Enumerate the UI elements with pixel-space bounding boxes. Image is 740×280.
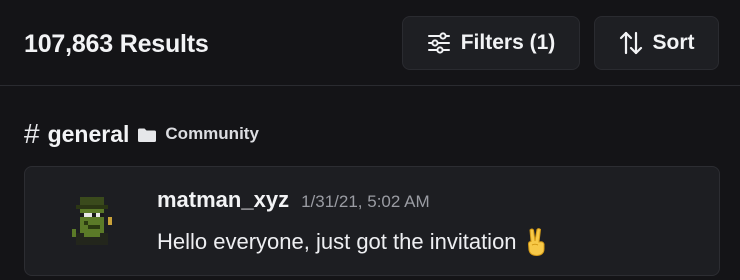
victory-hand-emoji (527, 228, 545, 257)
avatar[interactable] (64, 193, 120, 249)
message-card[interactable]: matman_xyz 1/31/21, 5:02 AM Hello everyo… (24, 166, 720, 276)
message-author[interactable]: matman_xyz (157, 187, 289, 213)
sort-arrows-icon (619, 31, 642, 55)
message-timestamp: 1/31/21, 5:02 AM (301, 192, 430, 211)
sort-label: Sort (652, 31, 695, 54)
filters-button[interactable]: Filters (1) (402, 16, 580, 70)
channel-hash-icon: # (24, 118, 40, 149)
channel-name[interactable]: general (48, 116, 130, 152)
message-content: Hello everyone, just got the invitation (157, 227, 549, 257)
filters-label: Filters (1) (460, 31, 556, 54)
results-header: 107,863 Results Filters (1) Sort (0, 0, 740, 86)
sliders-icon (427, 32, 450, 54)
message-header: matman_xyz 1/31/21, 5:02 AM (157, 187, 430, 213)
message-text: Hello everyone, just got the invitation (157, 229, 517, 254)
folder-icon (138, 128, 157, 142)
search-results-panel: 107,863 Results Filters (1) Sort # gener… (0, 0, 740, 280)
results-count: 107,863 Results (24, 30, 209, 58)
sort-button[interactable]: Sort (594, 16, 719, 70)
category-name: Community (165, 124, 259, 143)
channel-heading[interactable]: # general Community (24, 116, 259, 152)
